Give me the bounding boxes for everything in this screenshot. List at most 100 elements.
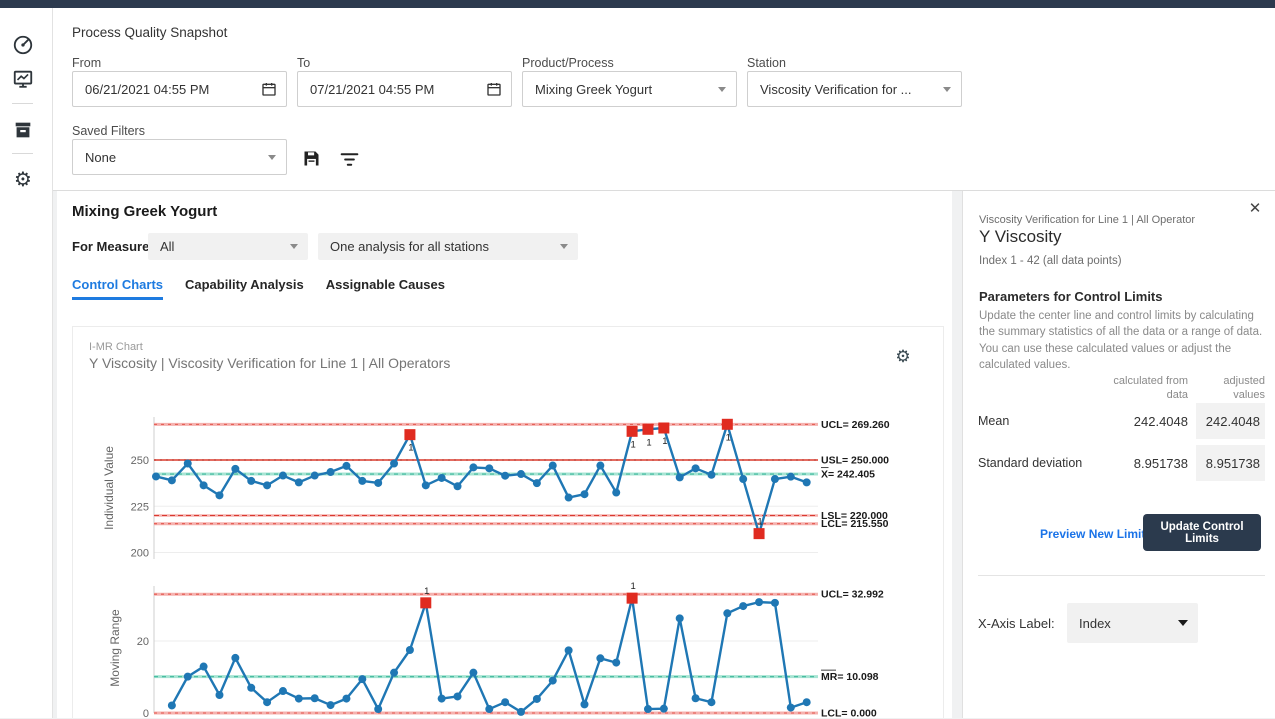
flagged-point[interactable] xyxy=(642,424,653,435)
data-point[interactable] xyxy=(707,471,715,479)
data-point[interactable] xyxy=(200,481,208,489)
data-point[interactable] xyxy=(374,479,382,487)
data-point[interactable] xyxy=(168,701,176,709)
close-icon[interactable]: ✕ xyxy=(1245,199,1265,219)
data-point[interactable] xyxy=(501,472,509,480)
data-point[interactable] xyxy=(438,695,446,703)
data-point[interactable] xyxy=(327,701,335,709)
data-point[interactable] xyxy=(517,708,525,716)
data-point[interactable] xyxy=(549,462,557,470)
tab-control-charts[interactable]: Control Charts xyxy=(72,277,163,300)
data-point[interactable] xyxy=(549,677,557,685)
from-datetime-value[interactable] xyxy=(85,82,261,97)
data-point[interactable] xyxy=(533,479,541,487)
data-point[interactable] xyxy=(469,669,477,677)
filter-button[interactable] xyxy=(339,149,361,171)
data-point[interactable] xyxy=(755,598,763,606)
data-point[interactable] xyxy=(327,468,335,476)
data-point[interactable] xyxy=(390,460,398,468)
data-point[interactable] xyxy=(215,691,223,699)
update-control-limits-button[interactable]: Update Control Limits xyxy=(1143,514,1261,551)
data-point[interactable] xyxy=(692,694,700,702)
data-point[interactable] xyxy=(184,673,192,681)
data-point[interactable] xyxy=(739,475,747,483)
data-point[interactable] xyxy=(771,475,779,483)
data-point[interactable] xyxy=(358,675,366,683)
from-datetime-input[interactable] xyxy=(72,71,287,107)
data-point[interactable] xyxy=(707,698,715,706)
flagged-point[interactable] xyxy=(658,422,669,433)
data-point[interactable] xyxy=(184,460,192,468)
station-dropdown[interactable]: Viscosity Verification for ... xyxy=(747,71,962,107)
data-point[interactable] xyxy=(247,477,255,485)
mean-adjusted-input[interactable]: 242.4048 xyxy=(1196,403,1265,439)
data-point[interactable] xyxy=(438,474,446,482)
charts-monitor-icon[interactable] xyxy=(12,68,34,90)
data-point[interactable] xyxy=(469,463,477,471)
dashboard-gauge-icon[interactable] xyxy=(12,34,34,56)
data-point[interactable] xyxy=(787,704,795,712)
to-datetime-input[interactable] xyxy=(297,71,512,107)
data-point[interactable] xyxy=(580,700,588,708)
data-point[interactable] xyxy=(358,477,366,485)
data-point[interactable] xyxy=(279,687,287,695)
data-point[interactable] xyxy=(676,473,684,481)
data-point[interactable] xyxy=(454,692,462,700)
product-process-dropdown[interactable]: Mixing Greek Yogurt xyxy=(522,71,737,107)
calendar-icon[interactable] xyxy=(486,81,502,97)
data-point[interactable] xyxy=(168,476,176,484)
data-point[interactable] xyxy=(263,481,271,489)
data-point[interactable] xyxy=(485,705,493,713)
data-point[interactable] xyxy=(390,669,398,677)
chart-settings-gear-icon[interactable]: ⚙ xyxy=(893,347,913,367)
x-axis-dropdown[interactable]: Index xyxy=(1067,603,1198,643)
data-point[interactable] xyxy=(231,465,239,473)
data-point[interactable] xyxy=(803,698,811,706)
data-point[interactable] xyxy=(565,646,573,654)
flagged-point[interactable] xyxy=(404,429,415,440)
data-point[interactable] xyxy=(533,695,541,703)
data-point[interactable] xyxy=(279,472,287,480)
data-point[interactable] xyxy=(612,489,620,497)
data-point[interactable] xyxy=(676,614,684,622)
data-point[interactable] xyxy=(263,698,271,706)
data-point[interactable] xyxy=(660,705,668,713)
flagged-point[interactable] xyxy=(754,528,765,539)
tab-assignable-causes[interactable]: Assignable Causes xyxy=(326,277,445,300)
data-point[interactable] xyxy=(311,694,319,702)
flagged-point[interactable] xyxy=(722,419,733,430)
analysis-mode-dropdown[interactable]: One analysis for all stations xyxy=(318,233,578,260)
data-point[interactable] xyxy=(787,473,795,481)
data-point[interactable] xyxy=(247,684,255,692)
data-point[interactable] xyxy=(200,663,208,671)
tab-capability-analysis[interactable]: Capability Analysis xyxy=(185,277,304,300)
calendar-icon[interactable] xyxy=(261,81,277,97)
data-point[interactable] xyxy=(311,472,319,480)
data-point[interactable] xyxy=(406,646,414,654)
data-point[interactable] xyxy=(342,695,350,703)
data-point[interactable] xyxy=(692,464,700,472)
data-point[interactable] xyxy=(231,654,239,662)
data-point[interactable] xyxy=(612,659,620,667)
saved-filters-dropdown[interactable]: None xyxy=(72,139,287,175)
data-point[interactable] xyxy=(565,494,573,502)
to-datetime-value[interactable] xyxy=(310,82,486,97)
data-point[interactable] xyxy=(739,602,747,610)
data-point[interactable] xyxy=(723,609,731,617)
data-point[interactable] xyxy=(454,482,462,490)
data-point[interactable] xyxy=(596,654,604,662)
flagged-point[interactable] xyxy=(627,426,638,437)
data-point[interactable] xyxy=(422,481,430,489)
data-point[interactable] xyxy=(771,599,779,607)
data-point[interactable] xyxy=(580,490,588,498)
data-point[interactable] xyxy=(644,705,652,713)
flagged-point[interactable] xyxy=(627,593,638,604)
save-filter-button[interactable] xyxy=(301,148,323,170)
data-point[interactable] xyxy=(374,705,382,713)
data-point[interactable] xyxy=(295,478,303,486)
settings-gear-icon[interactable]: ⚙ xyxy=(12,169,34,191)
preview-new-limits-link[interactable]: Preview New Limits xyxy=(1040,527,1152,541)
data-point[interactable] xyxy=(485,464,493,472)
measure-dropdown[interactable]: All xyxy=(148,233,308,260)
data-point[interactable] xyxy=(803,478,811,486)
